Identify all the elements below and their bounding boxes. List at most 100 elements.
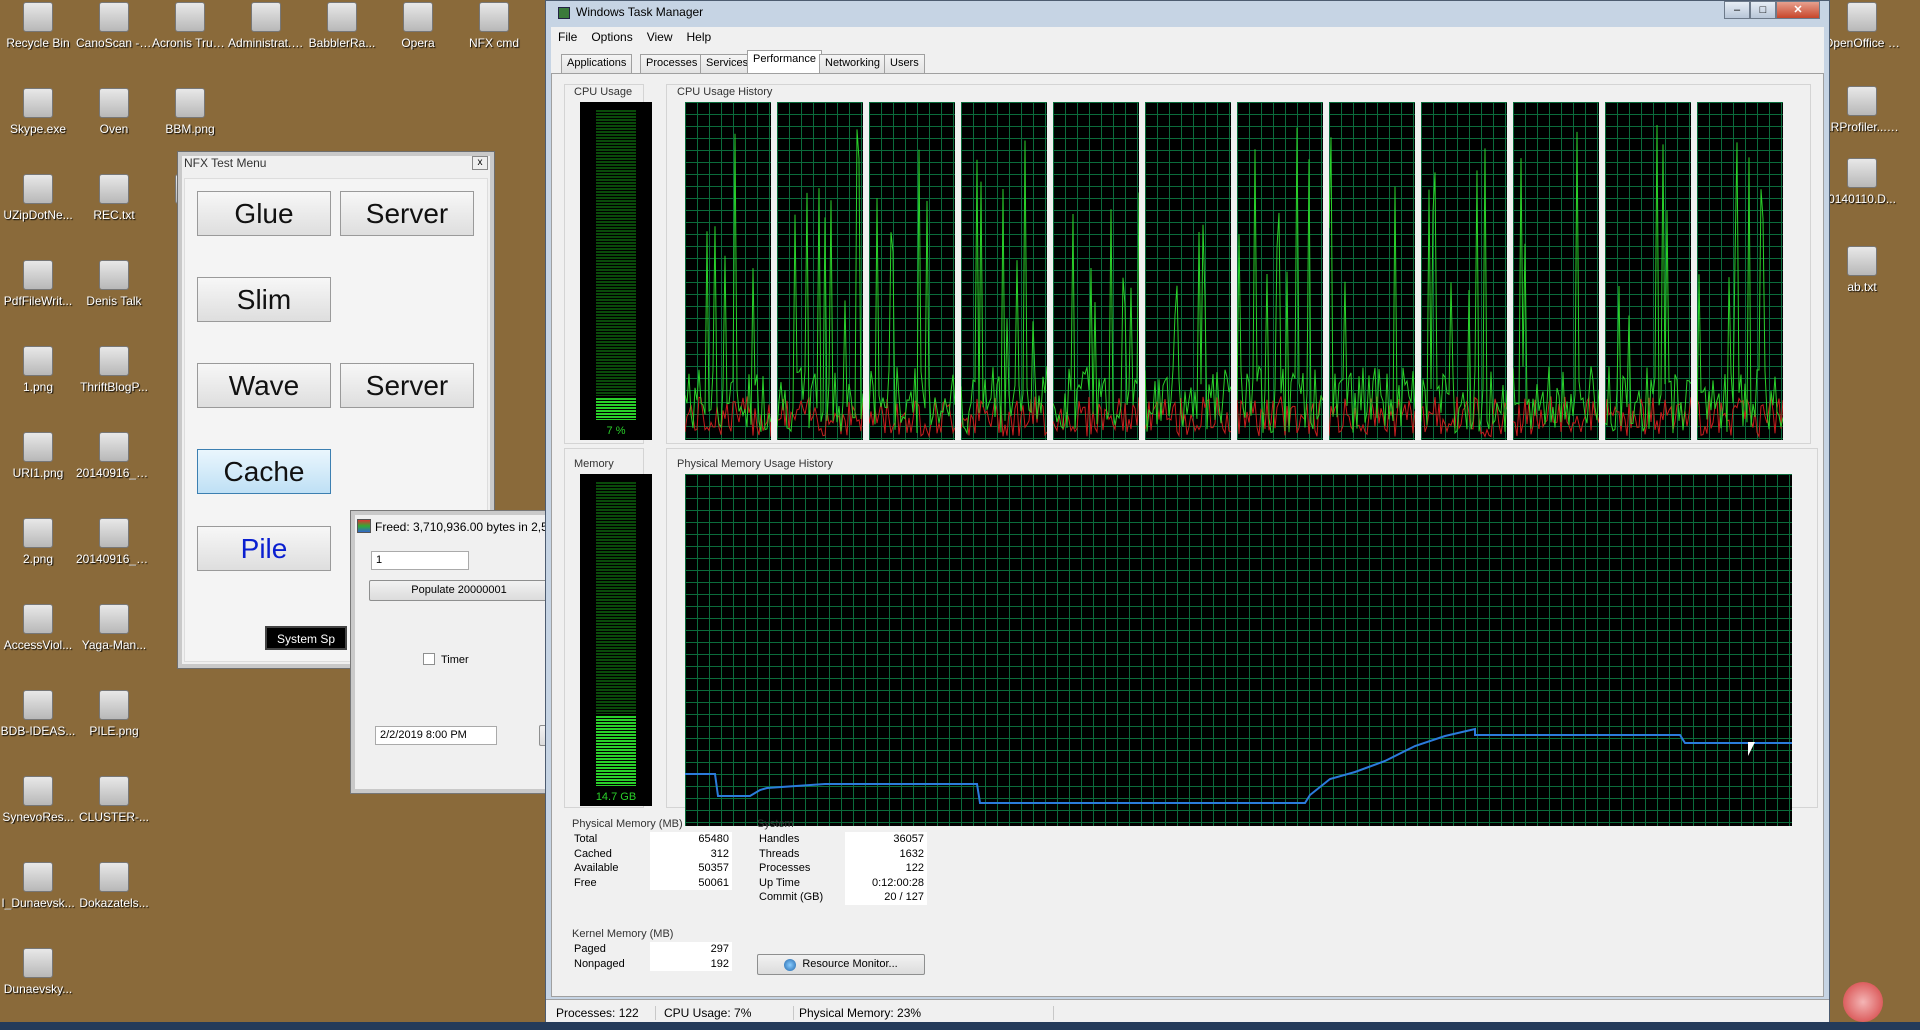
cpu-usage-line bbox=[1697, 142, 1783, 432]
desktop-icon-label: SynevoRes... bbox=[2, 810, 74, 824]
cpu-core-svg bbox=[1513, 131, 1599, 437]
desktop-icon-13[interactable]: PdfFileWrit... bbox=[0, 260, 76, 308]
desktop-icon-23[interactable]: BDB-IDEAS... bbox=[0, 690, 76, 738]
desktop-icon-label: Skype.exe bbox=[9, 122, 67, 136]
server-button-2[interactable]: Server bbox=[340, 363, 474, 408]
stat-value: 36057 bbox=[845, 832, 927, 847]
desktop-icon-21[interactable]: AccessViol... bbox=[0, 604, 76, 652]
desktop-icon-27[interactable]: I_Dunaevsk... bbox=[0, 862, 76, 910]
minimize-button[interactable]: – bbox=[1724, 1, 1750, 19]
image-file-icon bbox=[99, 604, 129, 634]
system-title: System bbox=[757, 818, 794, 830]
desktop-icon-22[interactable]: Yaga-Man... bbox=[76, 604, 152, 652]
pile-button[interactable]: Pile bbox=[197, 526, 331, 571]
stat-value: 297 bbox=[650, 942, 732, 957]
timer-checkbox[interactable]: Timer bbox=[423, 653, 469, 666]
physical-memory-title: Physical Memory (MB) bbox=[572, 818, 683, 830]
stat-row: Available 50357 bbox=[572, 861, 732, 876]
cpu-core-svg bbox=[777, 129, 863, 437]
stat-row: Threads 1632 bbox=[757, 846, 927, 861]
image-file-icon bbox=[23, 346, 53, 376]
vlc-icon bbox=[1847, 158, 1877, 188]
stat-row: Nonpaged 192 bbox=[572, 956, 732, 971]
desktop-icon-15[interactable]: 1.png bbox=[0, 346, 76, 394]
desktop-icon-7[interactable]: Skype.exe bbox=[0, 88, 76, 136]
tray-app-icon[interactable] bbox=[1843, 982, 1883, 1022]
desktop-icon-3[interactable]: Administrat... Tools - Sho... bbox=[228, 2, 304, 50]
wave-button[interactable]: Wave bbox=[197, 363, 331, 408]
stat-label: Commit (GB) bbox=[759, 891, 824, 903]
skype-icon bbox=[23, 88, 53, 118]
server-button-1[interactable]: Server bbox=[340, 191, 474, 236]
memory-meter-fill bbox=[596, 716, 636, 786]
cpu-core-graph-9 bbox=[1421, 102, 1507, 440]
menu-help[interactable]: Help bbox=[680, 27, 719, 47]
slim-button[interactable]: Slim bbox=[197, 277, 331, 322]
desktop-icon-label: BDB-IDEAS... bbox=[0, 724, 76, 738]
desktop-icon-8[interactable]: Oven bbox=[76, 88, 152, 136]
populate-button[interactable]: Populate 20000001 bbox=[369, 580, 549, 601]
tab-processes[interactable]: Processes bbox=[640, 54, 704, 73]
desktop-icon-14[interactable]: Denis Talk bbox=[76, 260, 152, 308]
tab-applications[interactable]: Applications bbox=[561, 54, 633, 73]
cpu-core-svg bbox=[1421, 148, 1507, 438]
desktop-icon-6[interactable]: NFX cmd bbox=[456, 2, 532, 50]
desktop-icon-right-1[interactable]: LRProfiler... Shortcut bbox=[1824, 86, 1900, 134]
desktop-icon-29[interactable]: Dunaevsky... bbox=[0, 948, 76, 996]
nfx-close-button[interactable]: x bbox=[472, 156, 488, 170]
count-input[interactable]: 1 bbox=[371, 551, 469, 570]
stat-label: Processes bbox=[759, 862, 811, 874]
cpu-usage-line bbox=[1605, 124, 1691, 434]
cpu-core-svg bbox=[1605, 124, 1691, 436]
desktop-icon-label: AccessViol... bbox=[3, 638, 73, 652]
desktop-icon-right-0[interactable]: OpenOffice 4.0.1 bbox=[1824, 2, 1900, 50]
maximize-button[interactable]: □ bbox=[1750, 1, 1776, 19]
desktop-icon-9[interactable]: BBM.png bbox=[152, 88, 228, 136]
desktop-icon-20[interactable]: 20140916_1... bbox=[76, 518, 152, 566]
menu-options[interactable]: Options bbox=[584, 27, 639, 47]
system-button[interactable]: System Sp bbox=[265, 626, 348, 650]
desktop-icon-1[interactable]: CanoScan - Shortcut bbox=[76, 2, 152, 50]
desktop-icon-4[interactable]: BabblerRa... bbox=[304, 2, 380, 50]
cpu-usage-line bbox=[961, 140, 1047, 436]
stat-value: 65480 bbox=[650, 832, 732, 847]
system-table: Handles 36057 Threads 1632 Processes 122 Up Ti… bbox=[757, 832, 927, 905]
close-button[interactable]: ✕ bbox=[1776, 1, 1820, 19]
glue-button[interactable]: Glue bbox=[197, 191, 331, 236]
cpu-core-graph-7 bbox=[1237, 102, 1323, 440]
cache-button[interactable]: Cache bbox=[197, 449, 331, 494]
desktop-icon-18[interactable]: 20140916_1... bbox=[76, 432, 152, 480]
desktop-icon-17[interactable]: URI1.png bbox=[0, 432, 76, 480]
resource-monitor-button[interactable]: Resource Monitor... bbox=[757, 954, 925, 975]
cpu-usage-line bbox=[685, 133, 771, 432]
desktop-icon-28[interactable]: Dokazatels... bbox=[76, 862, 152, 910]
image-file-icon bbox=[23, 432, 53, 462]
tab-users[interactable]: Users bbox=[884, 54, 925, 73]
desktop-icon-26[interactable]: CLUSTER-... bbox=[76, 776, 152, 824]
desktop-icon-16[interactable]: ThriftBlogP... bbox=[76, 346, 152, 394]
desktop-icon-24[interactable]: PILE.png bbox=[76, 690, 152, 738]
mouse-cursor bbox=[1748, 742, 1762, 756]
kernel-memory-title: Kernel Memory (MB) bbox=[572, 928, 674, 940]
openoffice-icon bbox=[1847, 2, 1877, 32]
tab-performance[interactable]: Performance bbox=[747, 50, 822, 73]
desktop-icon-10[interactable]: UZipDotNe... bbox=[0, 174, 76, 222]
desktop-icon-11[interactable]: REC.txt bbox=[76, 174, 152, 222]
tab-networking[interactable]: Networking bbox=[819, 54, 887, 73]
freed-dialog: Freed: 3,710,936.00 bytes in 2,5 1 Popul… bbox=[350, 510, 551, 794]
stat-row: Processes 122 bbox=[757, 861, 927, 876]
desktop-icon-19[interactable]: 2.png bbox=[0, 518, 76, 566]
desktop-icon-5[interactable]: Opera bbox=[380, 2, 456, 50]
cpu-core-graph-4 bbox=[961, 102, 1047, 440]
desktop-icon-2[interactable]: Acronis True Image Ho... bbox=[152, 2, 228, 50]
desktop-icon-right-3[interactable]: ab.txt bbox=[1824, 246, 1900, 294]
menu-view[interactable]: View bbox=[640, 27, 680, 47]
desktop-icon-right-2[interactable]: 0140110.D... bbox=[1824, 158, 1900, 206]
checkbox-box[interactable] bbox=[423, 653, 435, 665]
desktop-icon-label: 0140110.D... bbox=[1828, 192, 1896, 206]
taskbar bbox=[0, 1022, 1920, 1030]
desktop-icon-0[interactable]: Recycle Bin bbox=[0, 2, 76, 50]
menu-file[interactable]: File bbox=[551, 27, 584, 47]
desktop-icon-25[interactable]: SynevoRes... bbox=[0, 776, 76, 824]
datetime-picker[interactable]: 2/2/2019 8:00 PM bbox=[375, 726, 497, 745]
